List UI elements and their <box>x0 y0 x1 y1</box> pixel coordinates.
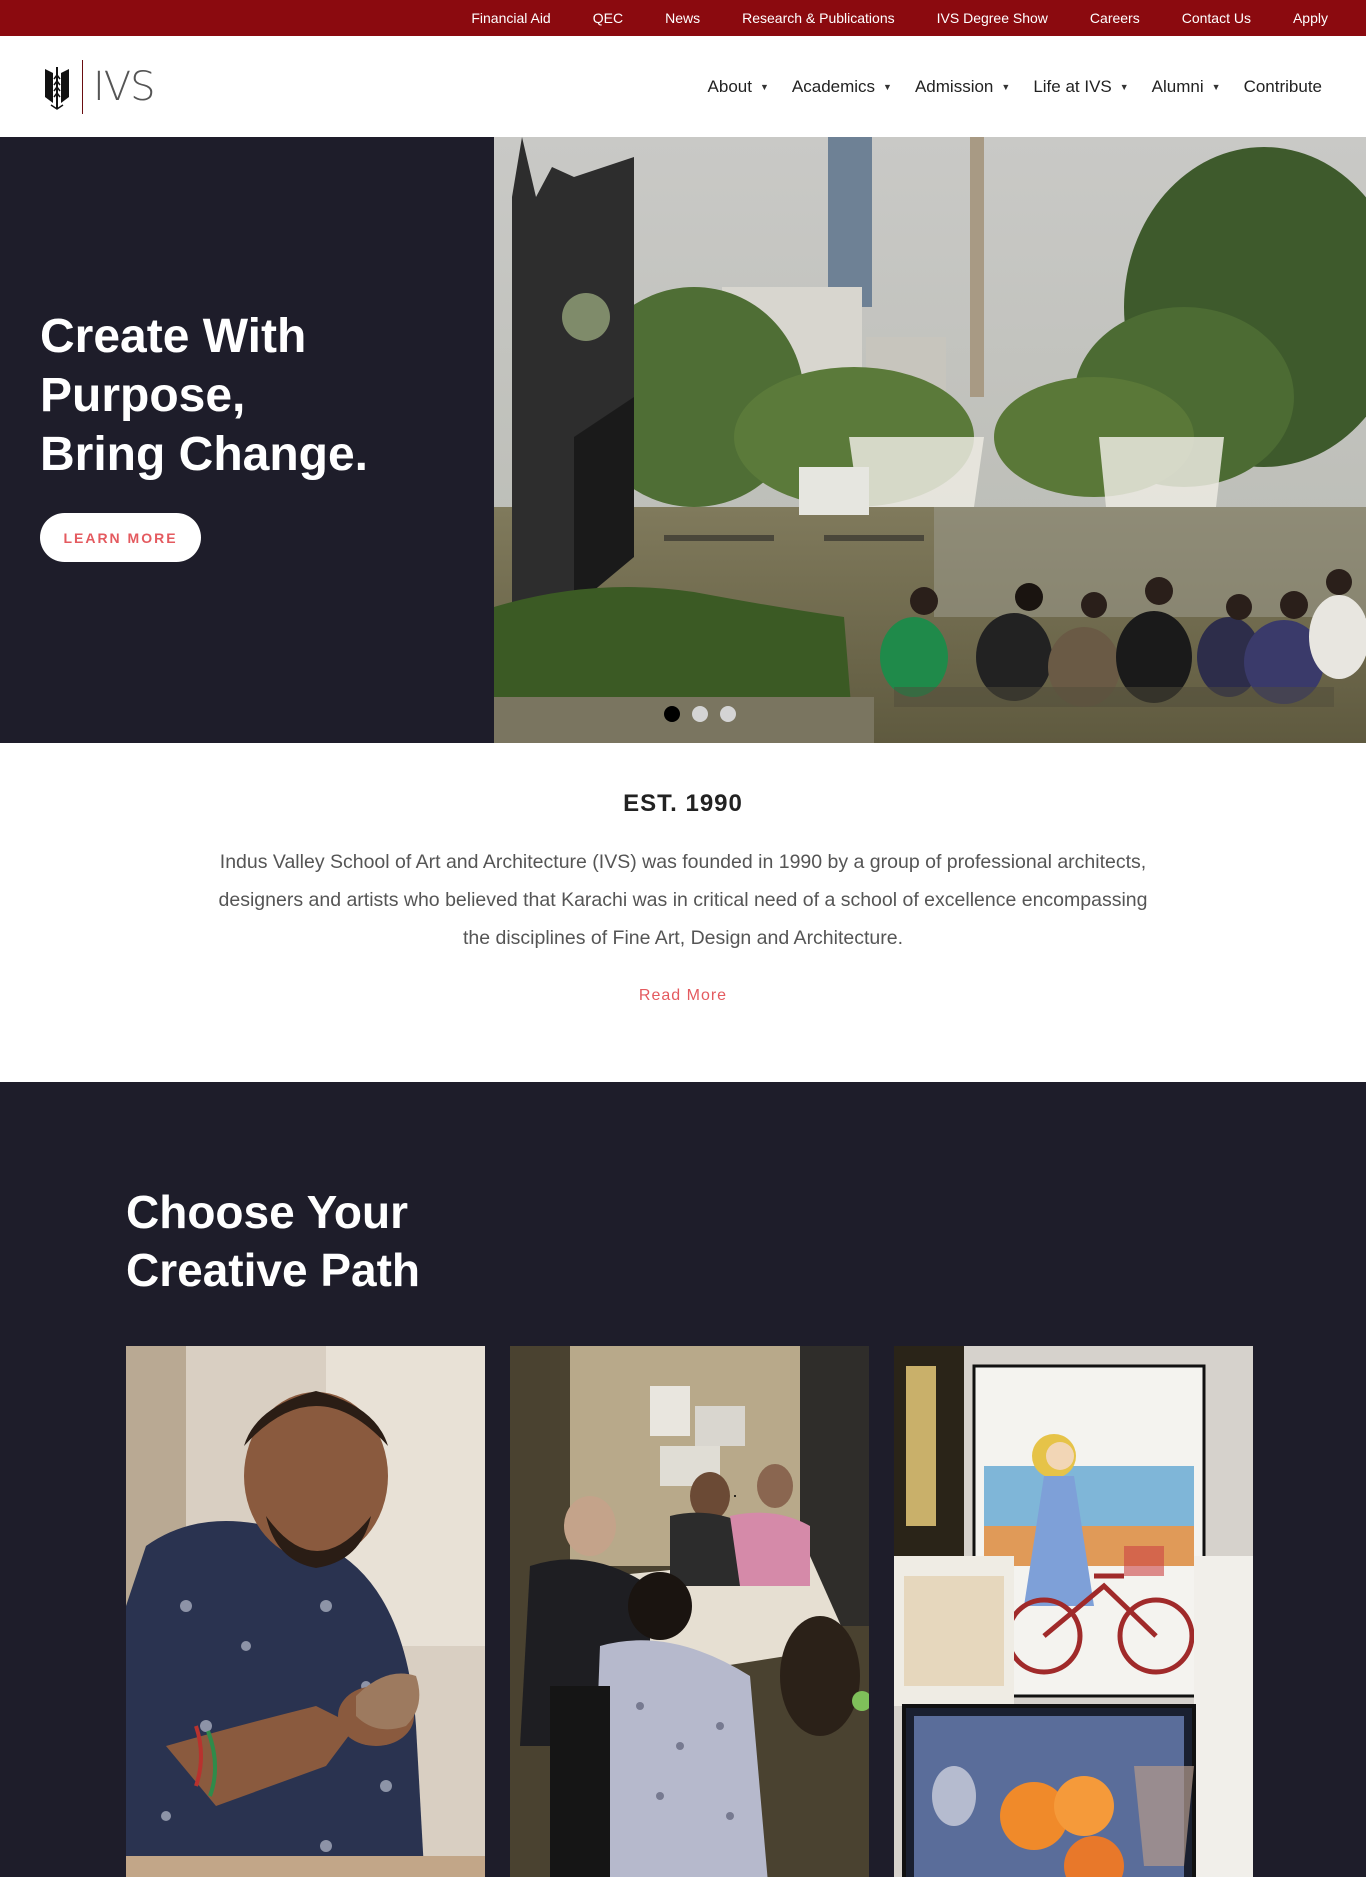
utility-link-label[interactable]: Research & Publications <box>742 10 895 26</box>
utility-link-label[interactable]: QEC <box>593 10 623 26</box>
hero-text: Create With Purpose, Bring Change. <box>40 307 368 484</box>
nav-item-academics[interactable]: Academics ▼ <box>792 77 892 97</box>
utility-link-contact[interactable]: Contact Us <box>1161 10 1272 26</box>
utility-link-label[interactable]: Careers <box>1090 10 1140 26</box>
nav-item-label: Admission <box>914 76 994 96</box>
caret-down-icon: ▼ <box>1001 81 1011 92</box>
creative-paths-section: Choose Your Creative Path <box>0 1082 1366 1877</box>
nav-item-admission[interactable]: Admission ▼ <box>915 77 1010 97</box>
nav-item-alumni[interactable]: Alumni ▼ <box>1152 77 1221 97</box>
utility-bar: Financial Aid QEC News Research & Public… <box>0 0 1366 36</box>
nav-item-about[interactable]: About ▼ <box>708 77 769 97</box>
path-card-design[interactable] <box>510 1346 869 1877</box>
utility-link-label[interactable]: Apply <box>1293 10 1328 26</box>
paths-title-line: Choose Your <box>126 1186 408 1238</box>
utility-link-financial-aid[interactable]: Financial Aid <box>450 10 571 26</box>
utility-link-label[interactable]: IVS Degree Show <box>937 10 1048 26</box>
caret-down-icon: ▼ <box>759 81 769 92</box>
hero-section: Create With Purpose, Bring Change. LEARN… <box>0 137 1366 743</box>
hero-campus-photo <box>494 137 1366 743</box>
read-more-link[interactable]: Read More <box>0 987 1366 1005</box>
slider-dot-3[interactable] <box>720 706 736 722</box>
utility-link-degree-show[interactable]: IVS Degree Show <box>916 10 1069 26</box>
utility-link-label[interactable]: News <box>665 10 700 26</box>
nav-item-life-at-ivs[interactable]: Life at IVS ▼ <box>1033 77 1128 97</box>
paths-title-line: Creative Path <box>126 1244 421 1296</box>
fine-art-paintings-photo <box>894 1346 1253 1877</box>
path-card-ceramics[interactable] <box>126 1346 485 1877</box>
slider-dots <box>664 706 736 722</box>
slider-dot-1[interactable] <box>664 706 680 722</box>
nav-item-label: Contribute <box>1243 76 1322 96</box>
hero-title: Create With Purpose, Bring Change. <box>40 307 368 484</box>
about-section: EST. 1990 Indus Valley School of Art and… <box>0 743 1366 1082</box>
utility-link-careers[interactable]: Careers <box>1069 10 1161 26</box>
nav-item-label: About <box>707 76 752 96</box>
utility-link-label[interactable]: Contact Us <box>1182 10 1251 26</box>
site-header: IVS About ▼ Academics ▼ Admission ▼ Life at… <box>0 36 1366 137</box>
nav-item-label: Academics <box>791 76 876 96</box>
established-heading: EST. 1990 <box>623 790 743 817</box>
utility-links: Financial Aid QEC News Research & Public… <box>450 0 1328 36</box>
nav-item-label: Alumni <box>1151 76 1204 96</box>
design-class-photo <box>510 1346 869 1877</box>
logo-text: IVS <box>93 64 156 110</box>
logo-link[interactable]: IVS <box>44 60 156 114</box>
utility-link-research[interactable]: Research & Publications <box>721 10 916 26</box>
hero-title-line: Purpose, <box>40 369 246 422</box>
main-nav: About ▼ Academics ▼ Admission ▼ Life at IVS… <box>685 36 1322 137</box>
ivs-emblem-icon <box>45 67 69 110</box>
utility-link-qec[interactable]: QEC <box>572 10 644 26</box>
utility-link-label[interactable]: Financial Aid <box>471 10 550 26</box>
nav-item-contribute[interactable]: Contribute <box>1244 77 1322 97</box>
paths-title: Choose Your Creative Path <box>126 1183 420 1299</box>
slider-dot-2[interactable] <box>692 706 708 722</box>
hero-title-line: Create With <box>40 310 307 363</box>
ceramics-student-photo <box>126 1346 485 1877</box>
utility-link-apply[interactable]: Apply <box>1272 10 1328 26</box>
learn-more-button[interactable]: LEARN MORE <box>40 513 201 562</box>
logo-divider <box>82 60 83 114</box>
about-paragraph: Indus Valley School of Art and Architect… <box>218 851 1148 949</box>
utility-link-news[interactable]: News <box>644 10 721 26</box>
caret-down-icon: ▼ <box>1211 81 1221 92</box>
caret-down-icon: ▼ <box>1119 81 1129 92</box>
path-card-fine-art[interactable] <box>894 1346 1253 1877</box>
campus-scene-image <box>494 137 1366 743</box>
caret-down-icon: ▼ <box>883 81 892 92</box>
nav-item-label: Life at IVS <box>1033 76 1112 96</box>
hero-title-line: Bring Change. <box>40 428 369 481</box>
